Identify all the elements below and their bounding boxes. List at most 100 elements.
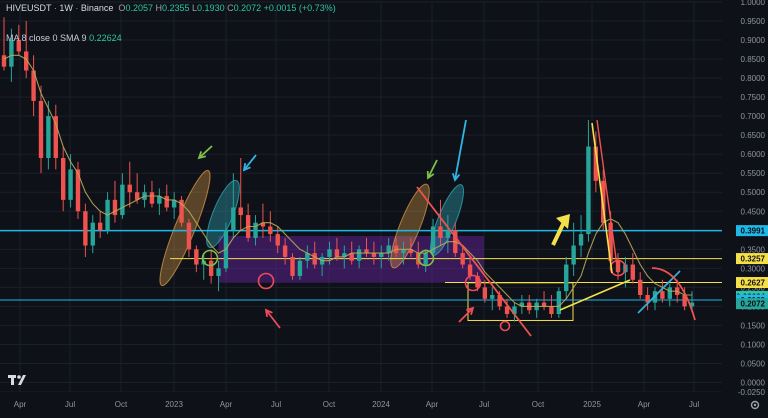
high-value: 0.2355 bbox=[161, 3, 190, 13]
exchange-name: Binance bbox=[80, 3, 114, 13]
y-tick-label: 0.5500 bbox=[741, 169, 766, 178]
candle-body bbox=[186, 222, 192, 250]
symbol-header: HIVEUSDT · 1W · Binance O0.2057 H0.2355 … bbox=[6, 3, 336, 13]
x-tick-label: Jul bbox=[65, 400, 75, 409]
settings-gear-icon[interactable] bbox=[749, 399, 761, 411]
y-tick-label: 0.8500 bbox=[741, 55, 766, 64]
candle-body bbox=[60, 158, 66, 200]
price-tag-label: 0.3991 bbox=[741, 227, 766, 236]
candle-body bbox=[149, 192, 155, 204]
candle-body bbox=[194, 249, 199, 265]
x-tick-label: Apr bbox=[638, 400, 651, 409]
price-axis[interactable]: 1.0000 0.9500 0.9000 0.8500 0.8000 0.7500 0.70… bbox=[722, 0, 768, 413]
candle-body bbox=[401, 249, 406, 254]
candle-body bbox=[445, 230, 451, 238]
indicator-legend[interactable]: MA 8 close 0 SMA 9 0.22624 bbox=[6, 33, 122, 43]
candle-body bbox=[46, 116, 51, 158]
change-value: +0.0015 (+0.73%) bbox=[263, 3, 336, 13]
y-tick-label: 0.9000 bbox=[741, 36, 766, 45]
candle-body bbox=[564, 264, 569, 292]
indicator-value: 0.22624 bbox=[89, 33, 122, 43]
x-tick-label: Oct bbox=[323, 400, 336, 409]
y-tick-label: 1.0000 bbox=[741, 0, 766, 7]
low-value: 0.1930 bbox=[197, 3, 225, 13]
candle-body bbox=[630, 264, 636, 280]
candle-body bbox=[490, 294, 495, 299]
candle-body bbox=[549, 306, 554, 314]
price-chart[interactable]: 1.0000 0.9500 0.9000 0.8500 0.8000 0.7500 0.70… bbox=[0, 0, 768, 413]
x-tick-label: Jul bbox=[689, 400, 699, 409]
close-value: 0.2072 bbox=[233, 3, 262, 13]
candle-body bbox=[164, 196, 169, 208]
x-tick-label: 2025 bbox=[583, 400, 601, 409]
candle-body bbox=[379, 253, 384, 257]
x-tick-label: 2024 bbox=[372, 400, 390, 409]
y-tick-label: -0.0250 bbox=[738, 388, 766, 397]
candle-body bbox=[578, 234, 584, 246]
x-tick-label: Jul bbox=[271, 400, 281, 409]
candle-body bbox=[9, 40, 14, 67]
open-value: 0.2057 bbox=[125, 3, 153, 13]
y-tick-label: 0.1500 bbox=[741, 321, 766, 330]
candle-body bbox=[312, 253, 317, 265]
x-tick-label: Apr bbox=[14, 400, 27, 409]
y-tick-label: 0.0000 bbox=[741, 378, 766, 387]
candle-body bbox=[68, 169, 73, 200]
candle-body bbox=[1, 55, 7, 67]
candle-body bbox=[541, 302, 547, 307]
x-tick-label: Oct bbox=[115, 400, 128, 409]
candle-body bbox=[290, 256, 295, 276]
x-tick-label: Oct bbox=[532, 400, 545, 409]
tradingview-logo-icon[interactable] bbox=[7, 372, 29, 388]
candle-body bbox=[120, 184, 125, 216]
candle-body bbox=[38, 100, 44, 158]
y-tick-label: 0.9500 bbox=[741, 17, 766, 26]
symbol-name[interactable]: HIVEUSDT bbox=[6, 3, 51, 13]
y-tick-label: 0.6500 bbox=[741, 131, 766, 140]
y-tick-label: 0.3500 bbox=[741, 245, 766, 254]
timeframe[interactable]: 1W bbox=[59, 3, 73, 13]
y-tick-label: 0.1000 bbox=[741, 340, 766, 349]
candle-body bbox=[356, 249, 362, 261]
price-tag-label: 0.2627 bbox=[741, 279, 766, 288]
y-tick-label: 0.7000 bbox=[741, 112, 766, 121]
candle-body bbox=[423, 253, 428, 265]
candle-body bbox=[460, 253, 465, 265]
candle-body bbox=[97, 222, 103, 231]
y-tick-label: 0.5000 bbox=[741, 188, 766, 197]
indicator-label: MA 8 close 0 SMA 9 bbox=[6, 33, 87, 43]
price-tag-label: 0.2072 bbox=[741, 300, 766, 309]
candle-body bbox=[53, 116, 58, 158]
candle-body bbox=[467, 264, 473, 276]
candle-body bbox=[112, 199, 118, 216]
candle-body bbox=[268, 226, 273, 235]
candle-body bbox=[660, 291, 665, 299]
candle-body bbox=[90, 222, 95, 246]
candle-body bbox=[371, 253, 377, 257]
chart-canvas[interactable]: 1.0000 0.9500 0.9000 0.8500 0.8000 0.7500 0.70… bbox=[0, 0, 768, 413]
price-tag-label: 0.3257 bbox=[741, 255, 766, 264]
candle-body bbox=[83, 211, 88, 246]
candle-body bbox=[438, 226, 443, 238]
candle-body bbox=[127, 184, 132, 193]
candle-body bbox=[571, 245, 576, 265]
candle-body bbox=[238, 207, 243, 216]
x-tick-label: 2023 bbox=[165, 400, 183, 409]
candle-body bbox=[327, 249, 332, 257]
candle-body bbox=[482, 287, 488, 299]
candle-body bbox=[216, 268, 221, 276]
candle-body bbox=[667, 287, 673, 299]
candle-body bbox=[638, 279, 643, 295]
x-tick-label: Apr bbox=[426, 400, 439, 409]
candle-body bbox=[231, 207, 236, 231]
candle-body bbox=[208, 260, 214, 276]
y-tick-label: 0.3000 bbox=[741, 264, 766, 273]
y-tick-label: 0.0500 bbox=[741, 359, 766, 368]
time-axis-bg bbox=[0, 392, 722, 413]
y-tick-label: 0.6000 bbox=[741, 150, 766, 159]
candle-body bbox=[334, 249, 340, 257]
y-tick-label: 0.4500 bbox=[741, 207, 766, 216]
time-axis[interactable]: Apr Jul Oct 2023 Apr Jul Oct 2024 Apr Jul Oct 2025 A… bbox=[0, 392, 722, 413]
x-tick-label: Apr bbox=[220, 400, 233, 409]
x-tick-label: Jul bbox=[479, 400, 489, 409]
